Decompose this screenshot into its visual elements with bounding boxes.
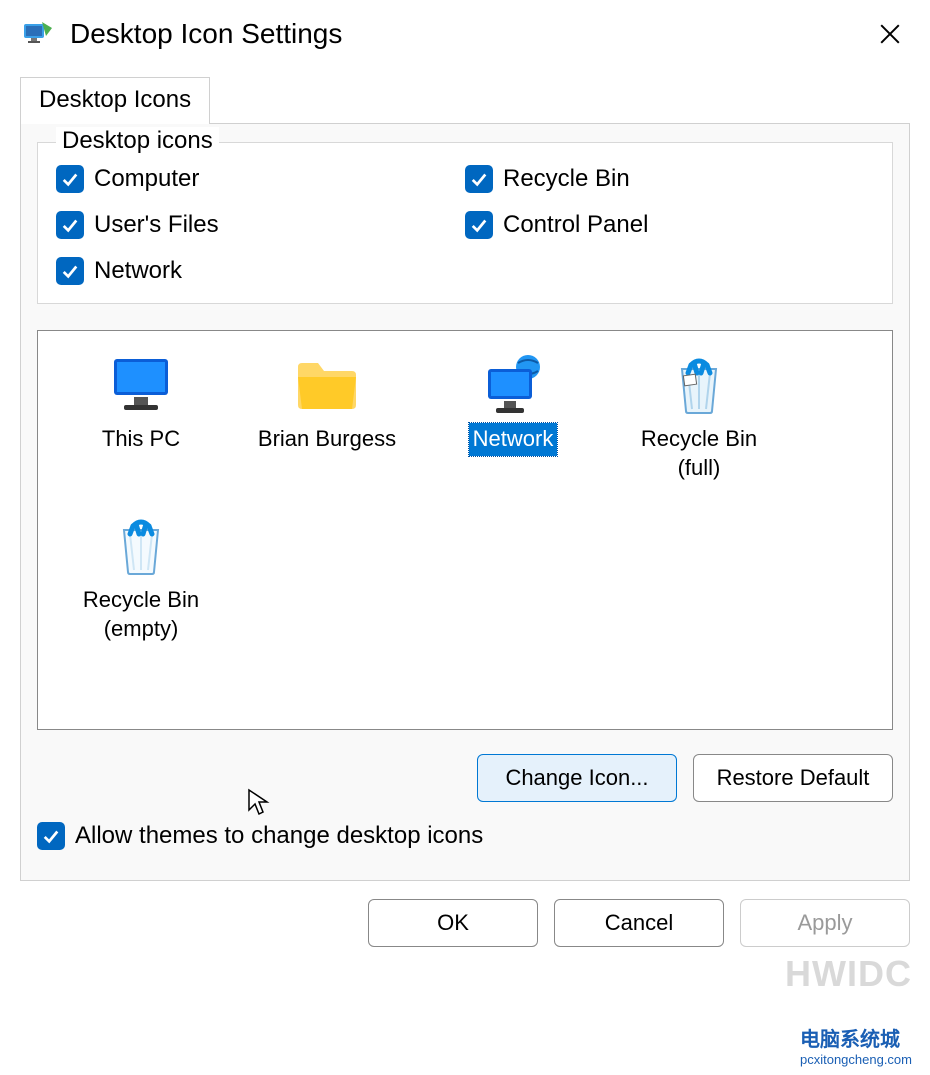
icon-item-label: Recycle Bin (empty): [79, 584, 203, 645]
icon-item-bin-full[interactable]: Recycle Bin (full): [610, 347, 788, 494]
checkbox-row-recycle-bin: Recycle Bin: [465, 165, 874, 193]
checkbox-computer[interactable]: [56, 165, 84, 193]
icon-item-bin-empty[interactable]: Recycle Bin (empty): [52, 508, 230, 655]
checkbox-label[interactable]: User's Files: [94, 211, 219, 239]
checkbox-recycle-bin[interactable]: [465, 165, 493, 193]
window-title: Desktop Icon Settings: [70, 18, 868, 50]
tab-panel: Desktop icons Computer Recycle Bin User's …: [20, 123, 910, 881]
titlebar: Desktop Icon Settings: [0, 0, 930, 64]
cursor-icon: [247, 788, 271, 816]
icon-preview-list[interactable]: This PC Brian Burgess Network Recycle Bin (…: [37, 330, 893, 730]
tab-strip: Desktop Icons: [20, 76, 930, 123]
checkbox-label[interactable]: Computer: [94, 165, 199, 193]
watermark-brand-text: 电脑系统城: [800, 1029, 900, 1051]
allow-themes-label[interactable]: Allow themes to change desktop icons: [75, 822, 483, 850]
bin-full-icon: [664, 353, 734, 417]
dialog-footer: OK Cancel Apply: [0, 881, 930, 965]
checkbox-row-control-panel: Control Panel: [465, 211, 874, 239]
icon-item-label: Brian Burgess: [254, 423, 400, 456]
tab-desktop-icons[interactable]: Desktop Icons: [20, 77, 210, 124]
close-button[interactable]: [868, 12, 912, 56]
change-icon-button[interactable]: Change Icon...: [477, 754, 677, 802]
folder-icon: [292, 353, 362, 417]
bin-empty-icon: [106, 514, 176, 578]
icon-item-label: This PC: [98, 423, 184, 456]
apply-button[interactable]: Apply: [740, 899, 910, 947]
icon-item-pc[interactable]: This PC: [52, 347, 230, 494]
app-icon: [22, 18, 54, 50]
icon-action-row: Change Icon... Restore Default: [37, 754, 893, 802]
checkbox-row-network: Network: [56, 257, 465, 285]
checkbox-label[interactable]: Recycle Bin: [503, 165, 630, 193]
cancel-button[interactable]: Cancel: [554, 899, 724, 947]
icon-item-label: Network: [469, 423, 558, 456]
ok-button[interactable]: OK: [368, 899, 538, 947]
checkbox-user-s-files[interactable]: [56, 211, 84, 239]
restore-default-button[interactable]: Restore Default: [693, 754, 893, 802]
pc-icon: [106, 353, 176, 417]
allow-themes-checkbox[interactable]: [37, 822, 65, 850]
checkbox-network[interactable]: [56, 257, 84, 285]
checkbox-label[interactable]: Control Panel: [503, 211, 648, 239]
group-legend: Desktop icons: [56, 127, 219, 155]
checkbox-control-panel[interactable]: [465, 211, 493, 239]
checkbox-row-computer: Computer: [56, 165, 465, 193]
icon-item-network[interactable]: Network: [424, 347, 602, 494]
checkbox-row-user-s-files: User's Files: [56, 211, 465, 239]
desktop-icons-group: Desktop icons ComputerRecycle BinUser's …: [37, 142, 893, 304]
icon-item-folder[interactable]: Brian Burgess: [238, 347, 416, 494]
watermark-brand: 电脑系统城 pcxitongcheng.com: [800, 1023, 912, 1067]
icon-item-label: Recycle Bin (full): [637, 423, 761, 484]
network-icon: [478, 353, 548, 417]
watermark-url: pcxitongcheng.com: [800, 1052, 912, 1067]
allow-themes-row: Allow themes to change desktop icons: [37, 822, 893, 850]
checkbox-label[interactable]: Network: [94, 257, 182, 285]
